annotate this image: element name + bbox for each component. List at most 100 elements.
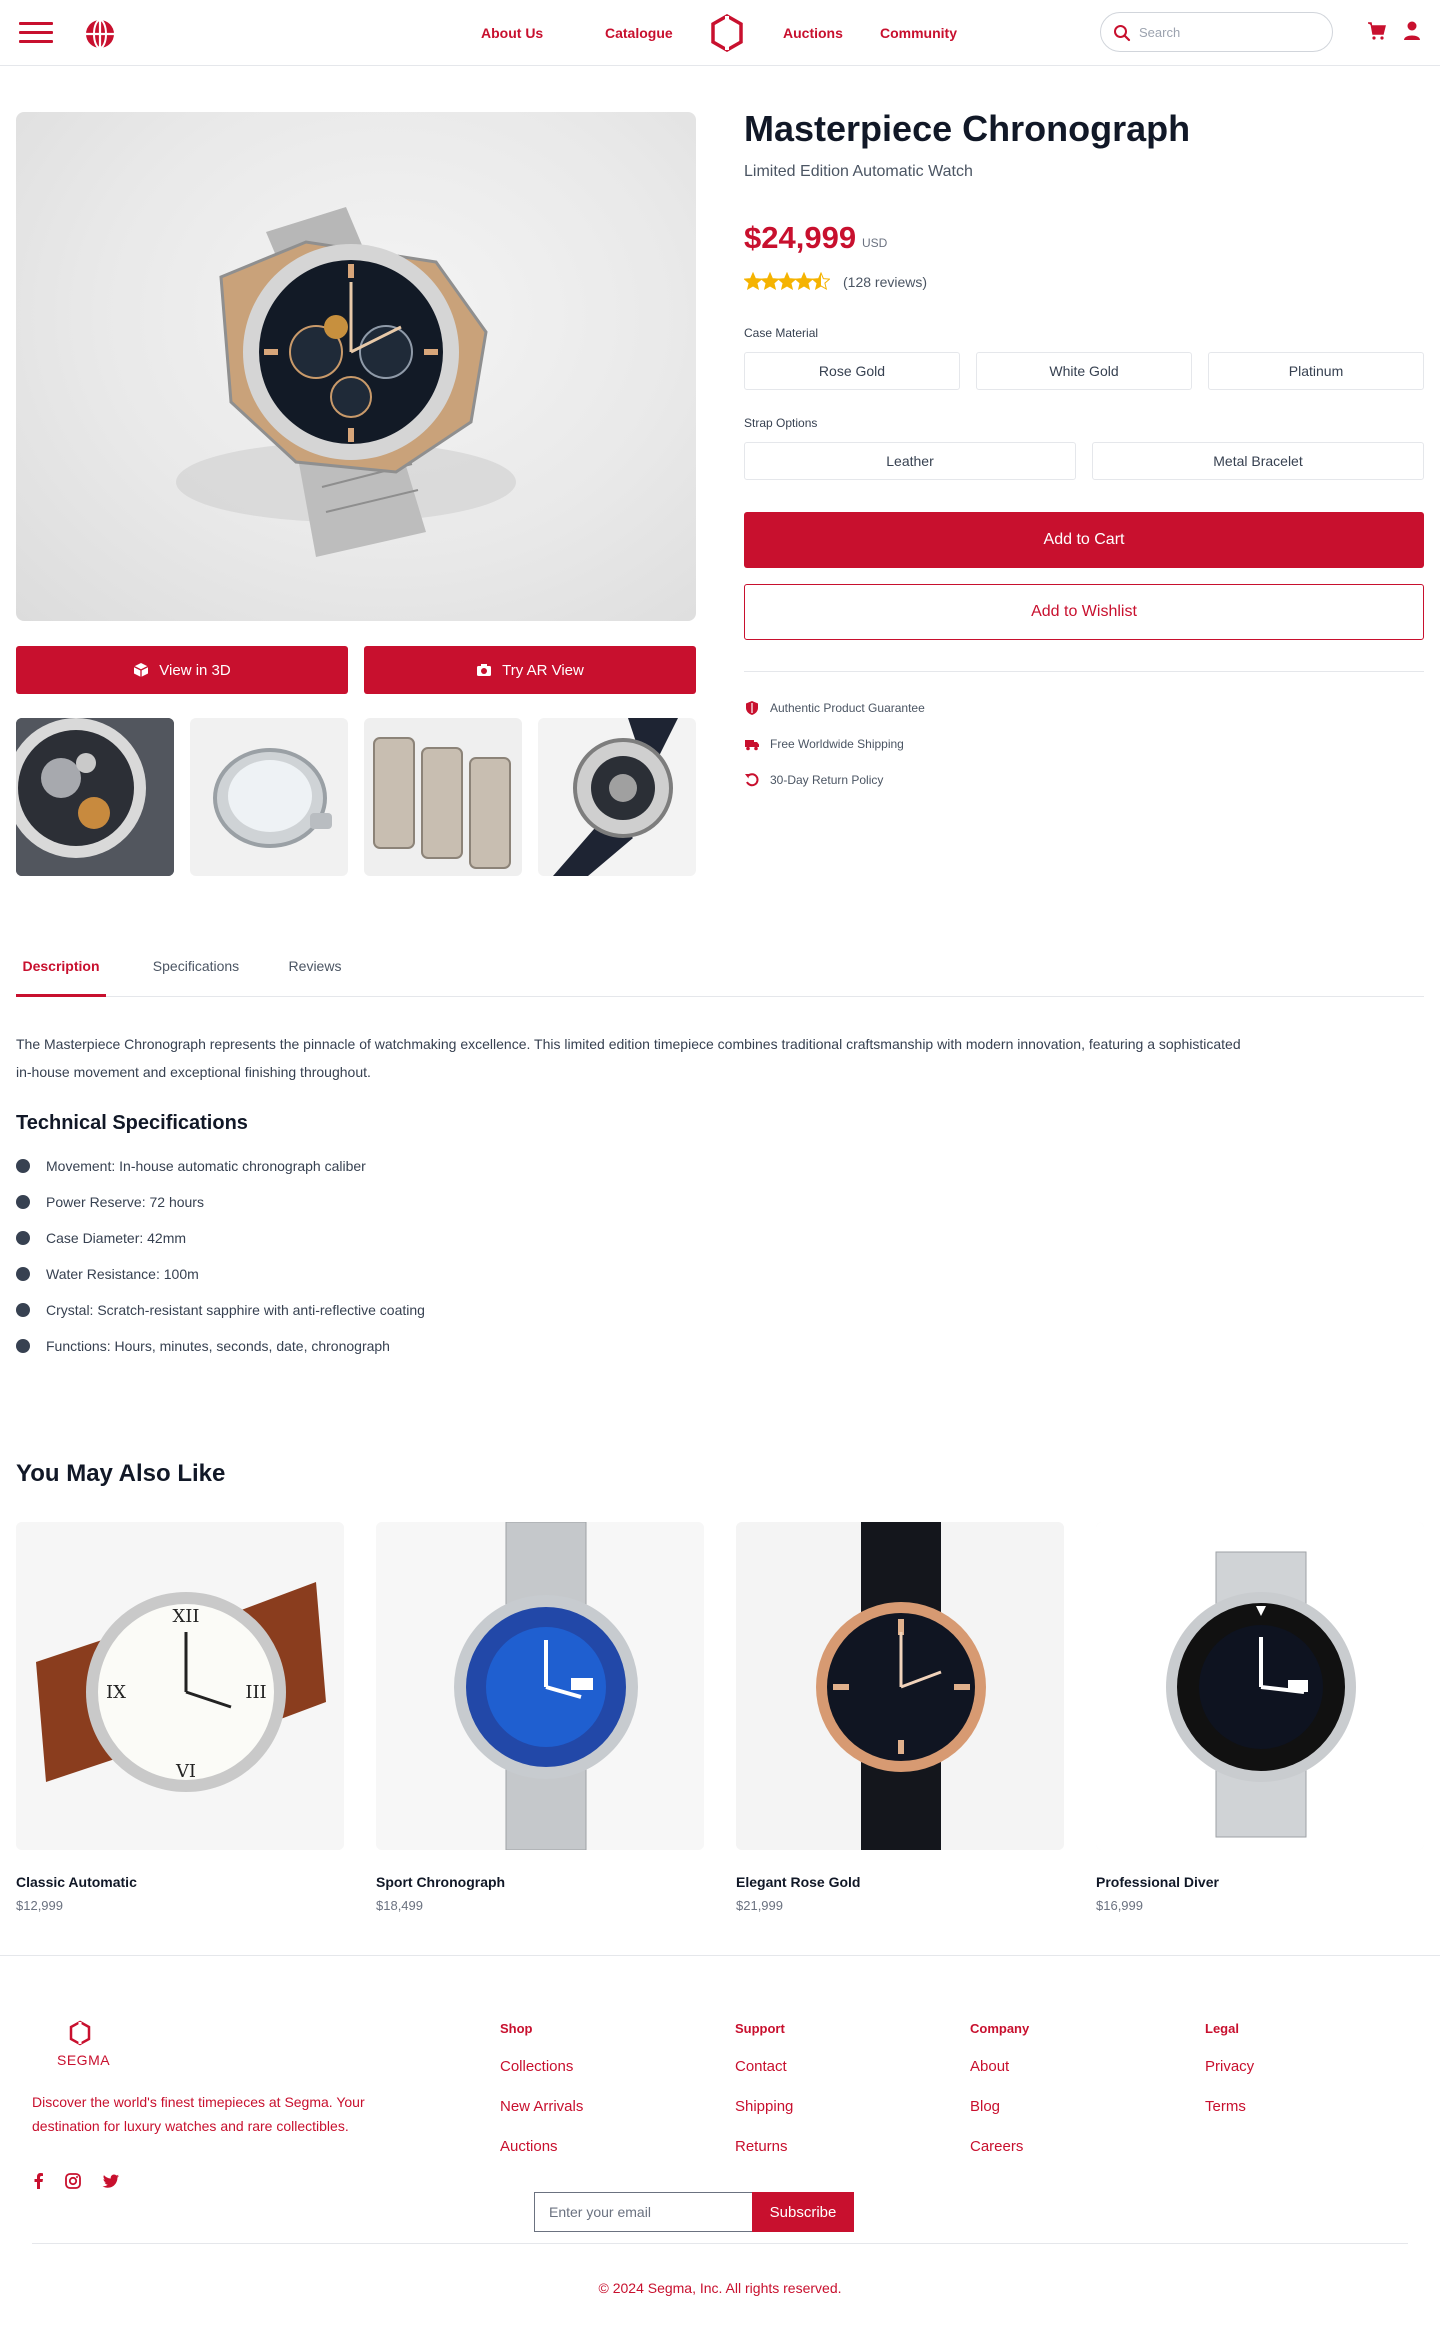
feature-return-label: 30-Day Return Policy xyxy=(770,773,884,787)
thumbnail-side-view[interactable] xyxy=(190,718,348,876)
search-icon xyxy=(1114,25,1131,42)
related-card-name: Professional Diver xyxy=(1096,1874,1219,1890)
related-card-elegant-rose-gold[interactable]: Elegant Rose Gold $21,999 xyxy=(736,1522,1064,1913)
footer-brand: SEGMA xyxy=(57,2052,111,2068)
footer-link-collections[interactable]: Collections xyxy=(500,2058,573,2075)
menu-icon[interactable] xyxy=(19,22,53,44)
divider xyxy=(744,671,1424,672)
nav-link-community[interactable]: Community xyxy=(880,25,957,41)
footer-col-legal-title: Legal xyxy=(1205,2021,1239,2036)
footer-description: Discover the world's finest timepieces a… xyxy=(32,2094,365,2134)
related-card-image[interactable]: XII III VI IX xyxy=(16,1522,344,1850)
view-in-3d-label: View in 3D xyxy=(159,661,231,679)
feature-authentic: Authentic Product Guarantee xyxy=(744,700,925,716)
spec-item-text: Power Reserve: 72 hours xyxy=(46,1194,204,1210)
view-in-3d-button[interactable]: View in 3D xyxy=(16,646,348,694)
twitter-icon[interactable] xyxy=(102,2172,120,2190)
feature-shipping: Free Worldwide Shipping xyxy=(744,736,904,752)
cube-icon xyxy=(133,663,149,677)
product-tabs: Description Specifications Reviews xyxy=(16,940,1424,997)
spec-item: Water Resistance: 100m xyxy=(16,1266,199,1282)
option-metal-bracelet[interactable]: Metal Bracelet xyxy=(1092,442,1424,480)
product-subtitle: Limited Edition Automatic Watch xyxy=(744,163,973,180)
tab-reviews[interactable]: Reviews xyxy=(280,940,350,997)
svg-text:VI: VI xyxy=(175,1761,196,1782)
svg-text:III: III xyxy=(245,1682,266,1703)
footer-link-auctions[interactable]: Auctions xyxy=(500,2138,558,2155)
top-navbar: About Us Catalogue Auctions Community xyxy=(0,0,1440,66)
undo-icon xyxy=(745,773,759,787)
footer-col-support-title: Support xyxy=(735,2021,785,2036)
spec-item-text: Water Resistance: 100m xyxy=(46,1266,199,1282)
review-count[interactable]: (128 reviews) xyxy=(843,274,927,290)
price-currency: USD xyxy=(862,236,888,250)
bullet-icon xyxy=(16,1339,30,1353)
feature-authentic-label: Authentic Product Guarantee xyxy=(770,701,925,715)
nav-link-about-us[interactable]: About Us xyxy=(481,25,543,41)
footer-link-shipping[interactable]: Shipping xyxy=(735,2098,793,2115)
footer-link-privacy[interactable]: Privacy xyxy=(1205,2058,1254,2075)
product-title: Masterpiece Chronograph xyxy=(744,108,1191,149)
truck-icon xyxy=(745,740,759,751)
footer-col-shop-title: Shop xyxy=(500,2021,533,2036)
thumbnail-caseback[interactable] xyxy=(538,718,696,876)
spec-item-text: Case Diameter: 42mm xyxy=(46,1230,187,1246)
instagram-icon[interactable] xyxy=(64,2172,82,2190)
related-card-image[interactable] xyxy=(736,1522,1064,1850)
footer-link-blog[interactable]: Blog xyxy=(970,2098,1000,2115)
bullet-icon xyxy=(16,1159,30,1173)
tab-specifications[interactable]: Specifications xyxy=(136,940,256,997)
cart-icon[interactable] xyxy=(1367,21,1387,41)
segma-logo-icon[interactable] xyxy=(68,2020,92,2046)
footer-link-contact[interactable]: Contact xyxy=(735,2058,787,2075)
option-leather[interactable]: Leather xyxy=(744,442,1076,480)
footer-link-terms[interactable]: Terms xyxy=(1205,2098,1246,2115)
add-to-cart-button[interactable]: Add to Cart xyxy=(744,512,1424,568)
option-white-gold[interactable]: White Gold xyxy=(976,352,1192,390)
related-title: You May Also Like xyxy=(16,1460,226,1487)
feature-shipping-label: Free Worldwide Shipping xyxy=(770,737,904,751)
rating-stars xyxy=(744,272,830,292)
spec-item-text: Crystal: Scratch-resistant sapphire with… xyxy=(46,1302,425,1318)
tab-description[interactable]: Description xyxy=(16,940,106,997)
newsletter-email-input[interactable] xyxy=(549,2204,739,2220)
option-platinum[interactable]: Platinum xyxy=(1208,352,1424,390)
main-product-image[interactable] xyxy=(16,112,696,621)
camera-icon xyxy=(477,664,492,676)
thumbnail-bracelet[interactable] xyxy=(364,718,522,876)
bullet-icon xyxy=(16,1303,30,1317)
search-input[interactable] xyxy=(1139,24,1319,40)
nav-link-auctions[interactable]: Auctions xyxy=(783,25,843,41)
footer-link-returns[interactable]: Returns xyxy=(735,2138,788,2155)
try-ar-view-button[interactable]: Try AR View xyxy=(364,646,696,694)
related-card-sport-chronograph[interactable]: Sport Chronograph $18,499 xyxy=(376,1522,704,1913)
user-icon[interactable] xyxy=(1403,21,1421,41)
search-box[interactable] xyxy=(1100,12,1333,52)
footer-link-about[interactable]: About xyxy=(970,2058,1009,2075)
copyright-text: © 2024 Segma, Inc. All rights reserved. xyxy=(598,2280,842,2296)
related-card-image[interactable] xyxy=(1096,1522,1424,1850)
footer-link-new-arrivals[interactable]: New Arrivals xyxy=(500,2098,583,2115)
nav-link-catalogue[interactable]: Catalogue xyxy=(605,25,673,41)
option-rose-gold[interactable]: Rose Gold xyxy=(744,352,960,390)
related-card-classic-automatic[interactable]: XII III VI IX Classic Automatic $12,999 xyxy=(16,1522,344,1913)
globe-icon[interactable] xyxy=(84,18,116,50)
related-card-price: $16,999 xyxy=(1096,1898,1143,1913)
subscribe-button[interactable]: Subscribe xyxy=(752,2192,854,2232)
product-description: The Masterpiece Chronograph represents t… xyxy=(16,1036,1241,1080)
feature-return: 30-Day Return Policy xyxy=(744,772,883,788)
bullet-icon xyxy=(16,1231,30,1245)
spec-item: Case Diameter: 42mm xyxy=(16,1230,186,1246)
spec-item: Movement: In-house automatic chronograph… xyxy=(16,1158,366,1174)
spec-item-text: Movement: In-house automatic chronograph… xyxy=(46,1158,366,1174)
svg-text:XII: XII xyxy=(172,1606,199,1627)
facebook-icon[interactable] xyxy=(30,2172,48,2190)
thumbnail-movement[interactable] xyxy=(16,718,174,876)
footer-link-careers[interactable]: Careers xyxy=(970,2138,1023,2155)
newsletter-email-box[interactable] xyxy=(534,2192,752,2232)
related-card-professional-diver[interactable]: Professional Diver $16,999 xyxy=(1096,1522,1424,1913)
segma-logo-icon[interactable] xyxy=(710,14,744,52)
related-card-image[interactable] xyxy=(376,1522,704,1850)
related-card-name: Classic Automatic xyxy=(16,1874,137,1890)
add-to-wishlist-button[interactable]: Add to Wishlist xyxy=(744,584,1424,640)
